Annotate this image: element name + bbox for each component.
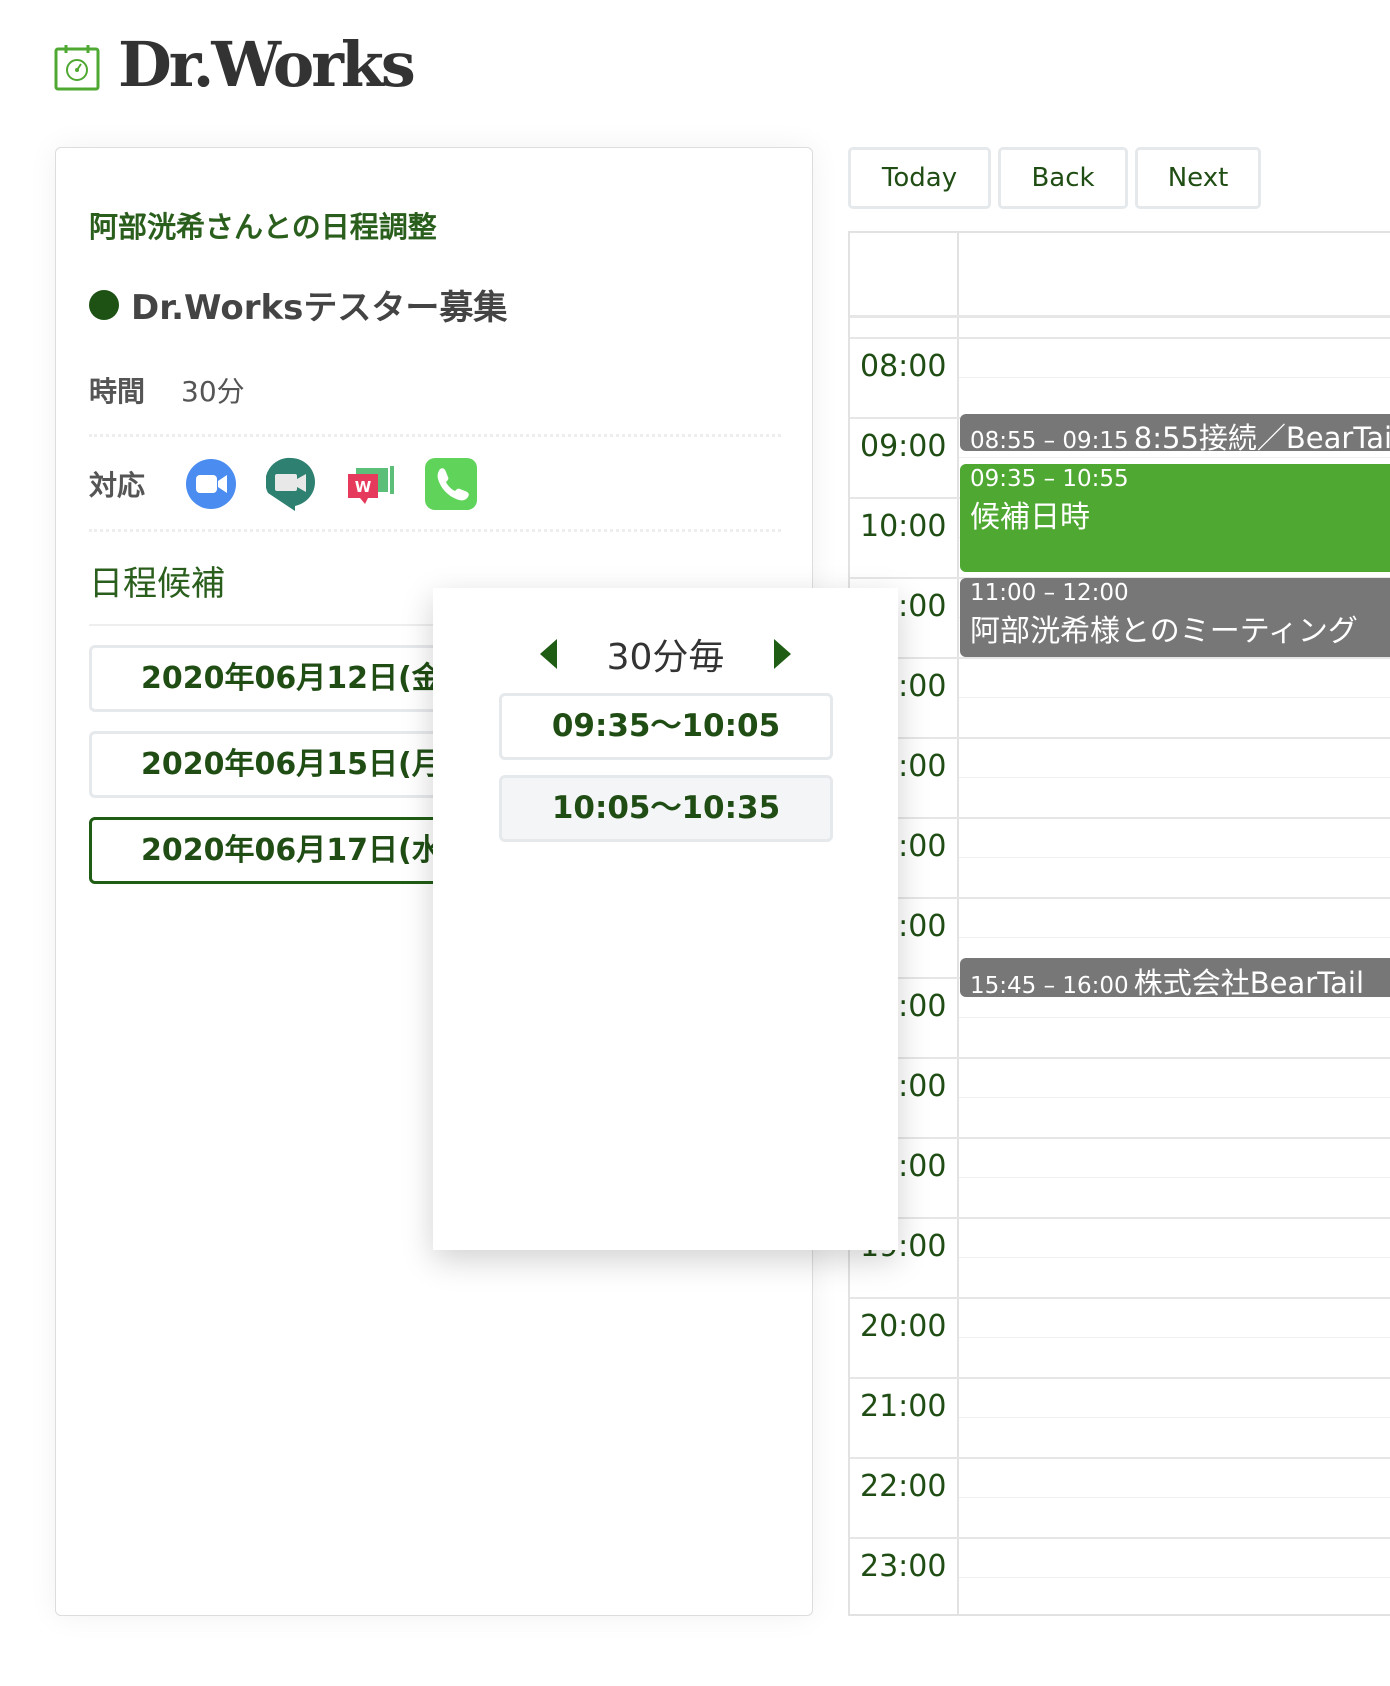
hour-line xyxy=(850,897,1390,899)
hour-line xyxy=(850,1057,1390,1059)
half-hour-line xyxy=(959,377,1390,378)
prev-interval-icon[interactable] xyxy=(539,639,557,669)
hour-line xyxy=(850,1217,1390,1219)
hour-label: 22:00 xyxy=(860,1469,947,1504)
support-row: 対応 W xyxy=(89,457,478,511)
duration-label: 時間 xyxy=(89,375,146,408)
duration-row: 時間 30分 xyxy=(89,370,245,410)
hour-line xyxy=(850,1297,1390,1299)
time-slot-popup: 30分毎 09:35〜10:05 10:05〜10:35 xyxy=(433,588,898,1250)
hour-label: 20:00 xyxy=(860,1309,947,1344)
candidate-event[interactable]: 09:35 – 10:55 候補日時 xyxy=(960,464,1390,572)
page-title: 阿部洸希さんとの日程調整 xyxy=(89,210,437,244)
google-meet-icon xyxy=(265,457,317,511)
half-hour-line xyxy=(959,857,1390,858)
event-time: 15:45 – 16:00 xyxy=(970,973,1129,997)
half-hour-line xyxy=(959,1497,1390,1498)
event-time: 11:00 – 12:00 xyxy=(970,580,1129,606)
half-hour-line xyxy=(959,1257,1390,1258)
next-button[interactable]: Next xyxy=(1135,147,1261,209)
duration-value: 30分 xyxy=(181,375,245,408)
divider xyxy=(89,434,781,437)
header-divider xyxy=(850,315,1390,318)
phone-icon xyxy=(425,458,478,510)
hour-line xyxy=(850,737,1390,739)
hour-label: 08:00 xyxy=(860,349,947,384)
hour-line xyxy=(850,817,1390,819)
event-color-dot xyxy=(89,289,119,320)
svg-text:W: W xyxy=(355,478,372,496)
zoom-icon xyxy=(185,458,237,510)
hour-line xyxy=(850,1137,1390,1139)
calendar-grid: 08:00 09:00 10:00 11:00 12:00 13:00 14:00 15:00… xyxy=(848,231,1390,1616)
event-title: 阿部洸希様とのミーティング xyxy=(970,614,1358,649)
back-button[interactable]: Back xyxy=(998,147,1128,209)
interval-label: 30分毎 xyxy=(606,637,725,678)
divider xyxy=(89,529,781,532)
calendar-event[interactable]: 08:55 – 09:15 8:55接続／BearTail xyxy=(960,414,1390,451)
interval-selector: 30分毎 xyxy=(433,628,898,680)
half-hour-line xyxy=(959,1417,1390,1418)
half-hour-line xyxy=(959,1337,1390,1338)
hour-line xyxy=(850,657,1390,659)
hour-label: 09:00 xyxy=(860,429,947,464)
event-title: 株式会社BearTail xyxy=(1133,966,1365,997)
half-hour-line xyxy=(959,457,1390,458)
candidates-heading: 日程候補 xyxy=(89,564,225,604)
half-hour-line xyxy=(959,1097,1390,1098)
half-hour-line xyxy=(959,1577,1390,1578)
half-hour-line xyxy=(959,697,1390,698)
next-interval-icon[interactable] xyxy=(774,639,792,669)
event-time: 08:55 – 09:15 xyxy=(970,428,1129,451)
hour-line xyxy=(850,1377,1390,1379)
hour-label: 10:00 xyxy=(860,509,947,544)
event-title: 8:55接続／BearTail xyxy=(1133,421,1390,451)
half-hour-line xyxy=(959,1177,1390,1178)
calendar-event[interactable]: 11:00 – 12:00 阿部洸希様とのミーティング xyxy=(960,578,1390,657)
half-hour-line xyxy=(959,937,1390,938)
hour-label: 23:00 xyxy=(860,1549,947,1584)
logo-calendar-icon xyxy=(54,45,100,91)
today-button[interactable]: Today xyxy=(848,147,991,209)
event-title: 候補日時 xyxy=(970,500,1090,535)
event-name: Dr.Worksテスター募集 xyxy=(89,280,507,329)
event-time: 09:35 – 10:55 xyxy=(970,466,1129,492)
half-hour-line xyxy=(959,777,1390,778)
event-name-text: Dr.Worksテスター募集 xyxy=(131,288,508,328)
hour-line xyxy=(850,1537,1390,1539)
support-label: 対応 xyxy=(89,469,146,502)
time-slot[interactable]: 09:35〜10:05 xyxy=(499,693,833,760)
calendar-event[interactable]: 15:45 – 16:00 株式会社BearTail xyxy=(960,958,1390,997)
whereby-icon: W xyxy=(345,458,397,510)
brand-logo: Dr.Works xyxy=(118,28,416,101)
hour-line xyxy=(850,337,1390,339)
hour-line xyxy=(850,1457,1390,1459)
time-slot[interactable]: 10:05〜10:35 xyxy=(499,775,833,842)
hour-label: 21:00 xyxy=(860,1389,947,1424)
half-hour-line xyxy=(959,1017,1390,1018)
